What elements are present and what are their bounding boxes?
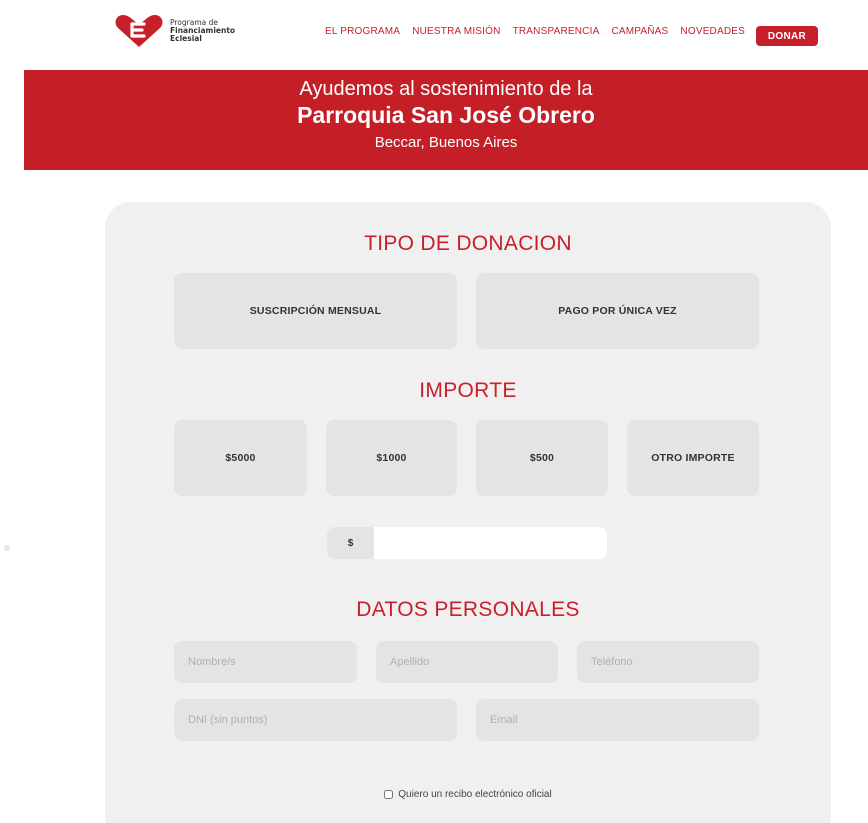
nav-novedades[interactable]: NOVEDADES	[680, 26, 745, 37]
amount-1000-option[interactable]: $1000	[326, 420, 457, 496]
donation-page: Programa de Financiamiento Eclesial EL P…	[0, 0, 868, 823]
nav-el-programa[interactable]: EL PROGRAMA	[325, 26, 400, 37]
personal-data-title: DATOS PERSONALES	[356, 598, 580, 621]
donation-type-title: TIPO DE DONACION	[364, 232, 572, 255]
nav-nuestra-mision[interactable]: NUESTRA MISIÓN	[412, 26, 500, 37]
amount-500-option[interactable]: $500	[476, 420, 608, 496]
receipt-checkbox-row[interactable]: Quiero un recibo electrónico oficial	[105, 789, 831, 800]
last-name-field[interactable]	[376, 641, 558, 683]
amount-title: IMPORTE	[419, 379, 517, 402]
donation-form-card: TIPO DE DONACION SUSCRIPCIÓN MENSUAL PAG…	[105, 202, 831, 823]
nav-transparencia[interactable]: TRANSPARENCIA	[513, 26, 600, 37]
donate-button[interactable]: DONAR	[756, 26, 818, 46]
hero-subtitle: Ayudemos al sostenimiento de la	[299, 78, 593, 100]
amount-5000-option[interactable]: $5000	[174, 420, 307, 496]
currency-prefix: $	[327, 527, 374, 559]
hero-title: Parroquia San José Obrero	[297, 102, 595, 128]
hero-location: Beccar, Buenos Aires	[374, 134, 518, 151]
nav-campanas[interactable]: CAMPAÑAS	[611, 26, 668, 37]
logo-text: Programa de Financiamiento Eclesial	[170, 19, 235, 43]
email-field[interactable]	[476, 699, 759, 741]
receipt-checkbox[interactable]	[384, 790, 394, 799]
logo[interactable]: Programa de Financiamiento Eclesial	[114, 14, 235, 48]
main-nav: EL PROGRAMA NUESTRA MISIÓN TRANSPARENCIA…	[325, 26, 757, 37]
top-navbar: Programa de Financiamiento Eclesial EL P…	[0, 0, 868, 70]
first-name-field[interactable]	[174, 641, 357, 683]
receipt-checkbox-label: Quiero un recibo electrónico oficial	[398, 789, 552, 800]
monthly-subscription-option[interactable]: SUSCRIPCIÓN MENSUAL	[174, 273, 457, 349]
custom-amount-input[interactable]	[374, 527, 607, 559]
decorative-dot	[4, 545, 10, 551]
dni-field[interactable]	[174, 699, 457, 741]
logo-line-3: Eclesial	[170, 34, 202, 43]
hero-banner: Ayudemos al sostenimiento de la Parroqui…	[24, 70, 868, 170]
one-time-payment-option[interactable]: PAGO POR ÚNICA VEZ	[476, 273, 759, 349]
other-amount-option[interactable]: OTRO IMPORTE	[627, 420, 759, 496]
heart-logo-icon	[114, 14, 164, 48]
phone-field[interactable]	[577, 641, 759, 683]
